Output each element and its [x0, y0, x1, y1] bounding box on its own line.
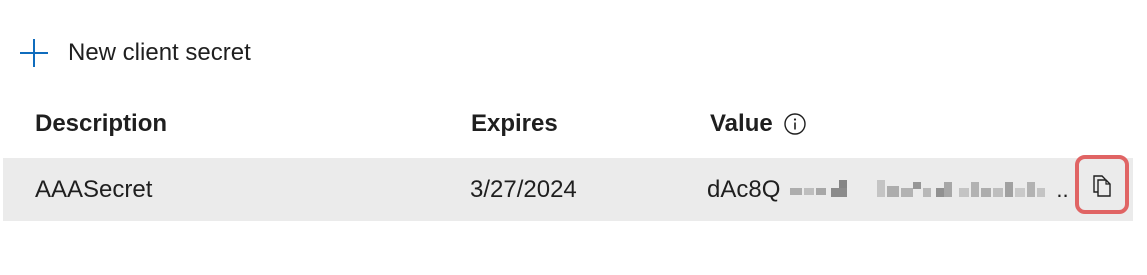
secret-value-prefix: dAc8Q	[707, 176, 781, 203]
client-secrets-panel: New client secret Description Expires Va…	[0, 0, 1147, 275]
secret-expires: 3/27/2024	[470, 176, 577, 203]
copy-icon	[1090, 172, 1114, 198]
secret-value: dAc8Q ..	[707, 176, 1069, 204]
column-header-value: Value	[710, 110, 807, 138]
copy-to-clipboard-button[interactable]	[1075, 155, 1129, 214]
redacted-secret	[784, 178, 1054, 202]
plus-icon	[18, 37, 50, 69]
secret-value-ellipsis: ..	[1056, 177, 1069, 202]
new-client-secret-label: New client secret	[68, 39, 251, 66]
new-client-secret-button[interactable]: New client secret	[18, 36, 251, 70]
column-header-value-label: Value	[710, 110, 773, 137]
secret-description: AAASecret	[35, 176, 153, 203]
table-row: AAASecret 3/27/2024 dAc8Q ..	[3, 158, 1133, 221]
column-header-description: Description	[35, 110, 168, 137]
column-header-expires: Expires	[471, 110, 558, 137]
info-icon[interactable]	[783, 112, 807, 136]
